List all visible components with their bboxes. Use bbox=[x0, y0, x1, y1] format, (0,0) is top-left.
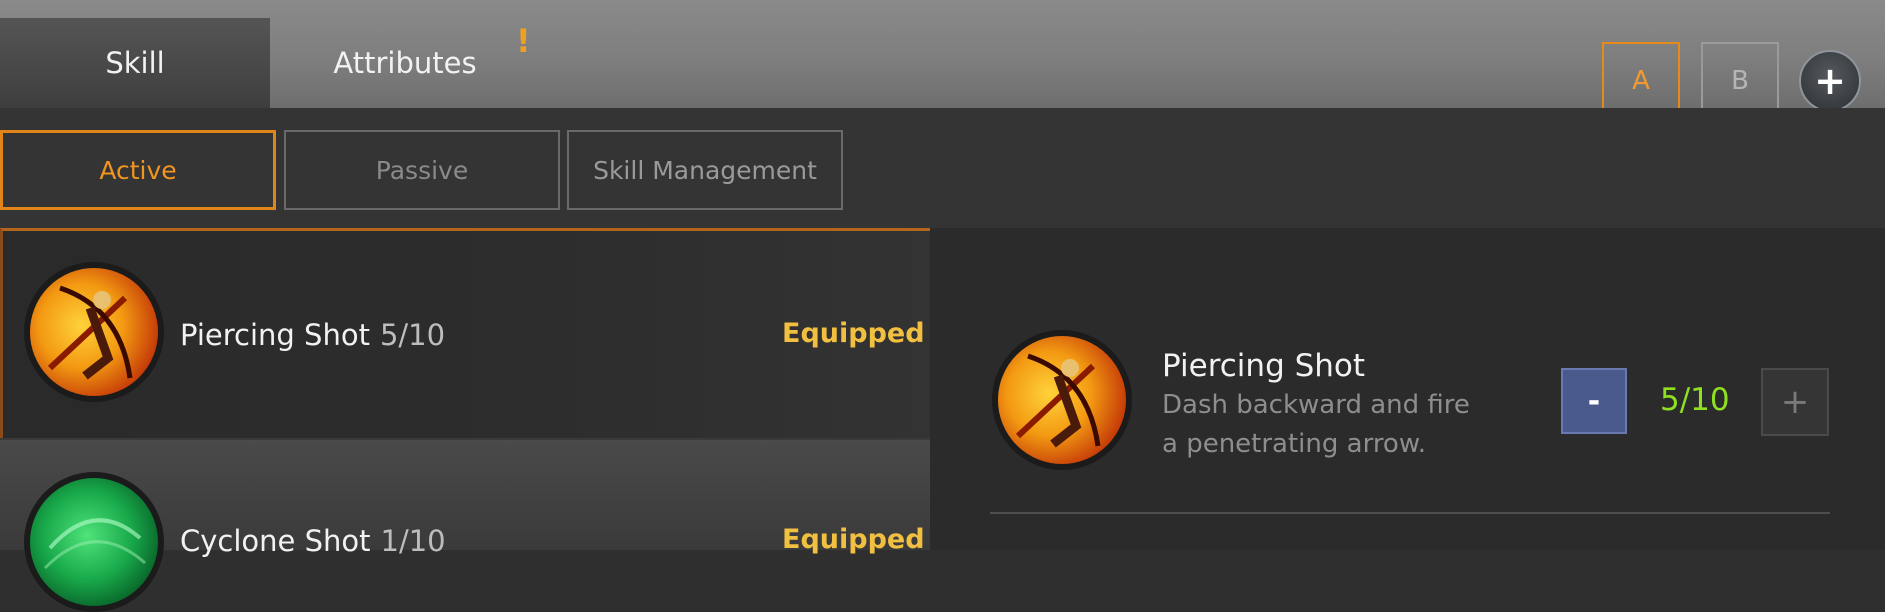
skill-detail-icon bbox=[992, 330, 1132, 470]
plus-icon: + bbox=[1780, 382, 1810, 422]
subtab-active[interactable]: Active bbox=[0, 130, 276, 210]
skill-name-text: Piercing Shot bbox=[180, 318, 370, 352]
skill-detail-name: Piercing Shot bbox=[1162, 348, 1366, 384]
equipped-badge: Equipped bbox=[782, 318, 925, 349]
alert-badge-icon: ! bbox=[516, 22, 531, 60]
skill-level: 5/10 bbox=[379, 318, 446, 352]
piercing-shot-icon bbox=[24, 262, 164, 402]
skill-name-text: Cyclone Shot bbox=[180, 524, 371, 558]
subtab-active-label: Active bbox=[99, 155, 177, 185]
increase-level-button[interactable]: + bbox=[1761, 368, 1829, 436]
add-preset-button[interactable]: + bbox=[1799, 50, 1861, 112]
decrease-level-button[interactable]: - bbox=[1561, 368, 1627, 434]
tab-attributes[interactable]: Attributes bbox=[300, 18, 510, 108]
cyclone-shot-icon bbox=[24, 472, 164, 612]
skill-name: Piercing Shot 5/10 bbox=[180, 318, 445, 352]
tab-attributes-label: Attributes bbox=[333, 46, 477, 80]
skill-name: Cyclone Shot 1/10 bbox=[180, 524, 446, 558]
skill-level: 1/10 bbox=[380, 524, 446, 558]
preset-a-label: A bbox=[1632, 66, 1650, 96]
skill-detail-level: 5/10 bbox=[1660, 382, 1730, 418]
plus-icon: + bbox=[1814, 59, 1846, 103]
divider bbox=[990, 512, 1830, 514]
tab-skill-label: Skill bbox=[105, 46, 165, 80]
subtab-passive[interactable]: Passive bbox=[284, 130, 560, 210]
minus-icon: - bbox=[1587, 383, 1601, 419]
skill-detail-description: Dash backward and fire a penetrating arr… bbox=[1162, 390, 1470, 459]
subtab-skill-management-label: Skill Management bbox=[593, 155, 817, 185]
preset-b-label: B bbox=[1731, 66, 1749, 96]
subtab-skill-management[interactable]: Skill Management bbox=[567, 130, 843, 210]
subtab-passive-label: Passive bbox=[375, 155, 469, 185]
subtab-bar bbox=[0, 108, 1885, 228]
equipped-badge: Equipped bbox=[782, 524, 925, 555]
tab-skill[interactable]: Skill bbox=[0, 18, 270, 108]
